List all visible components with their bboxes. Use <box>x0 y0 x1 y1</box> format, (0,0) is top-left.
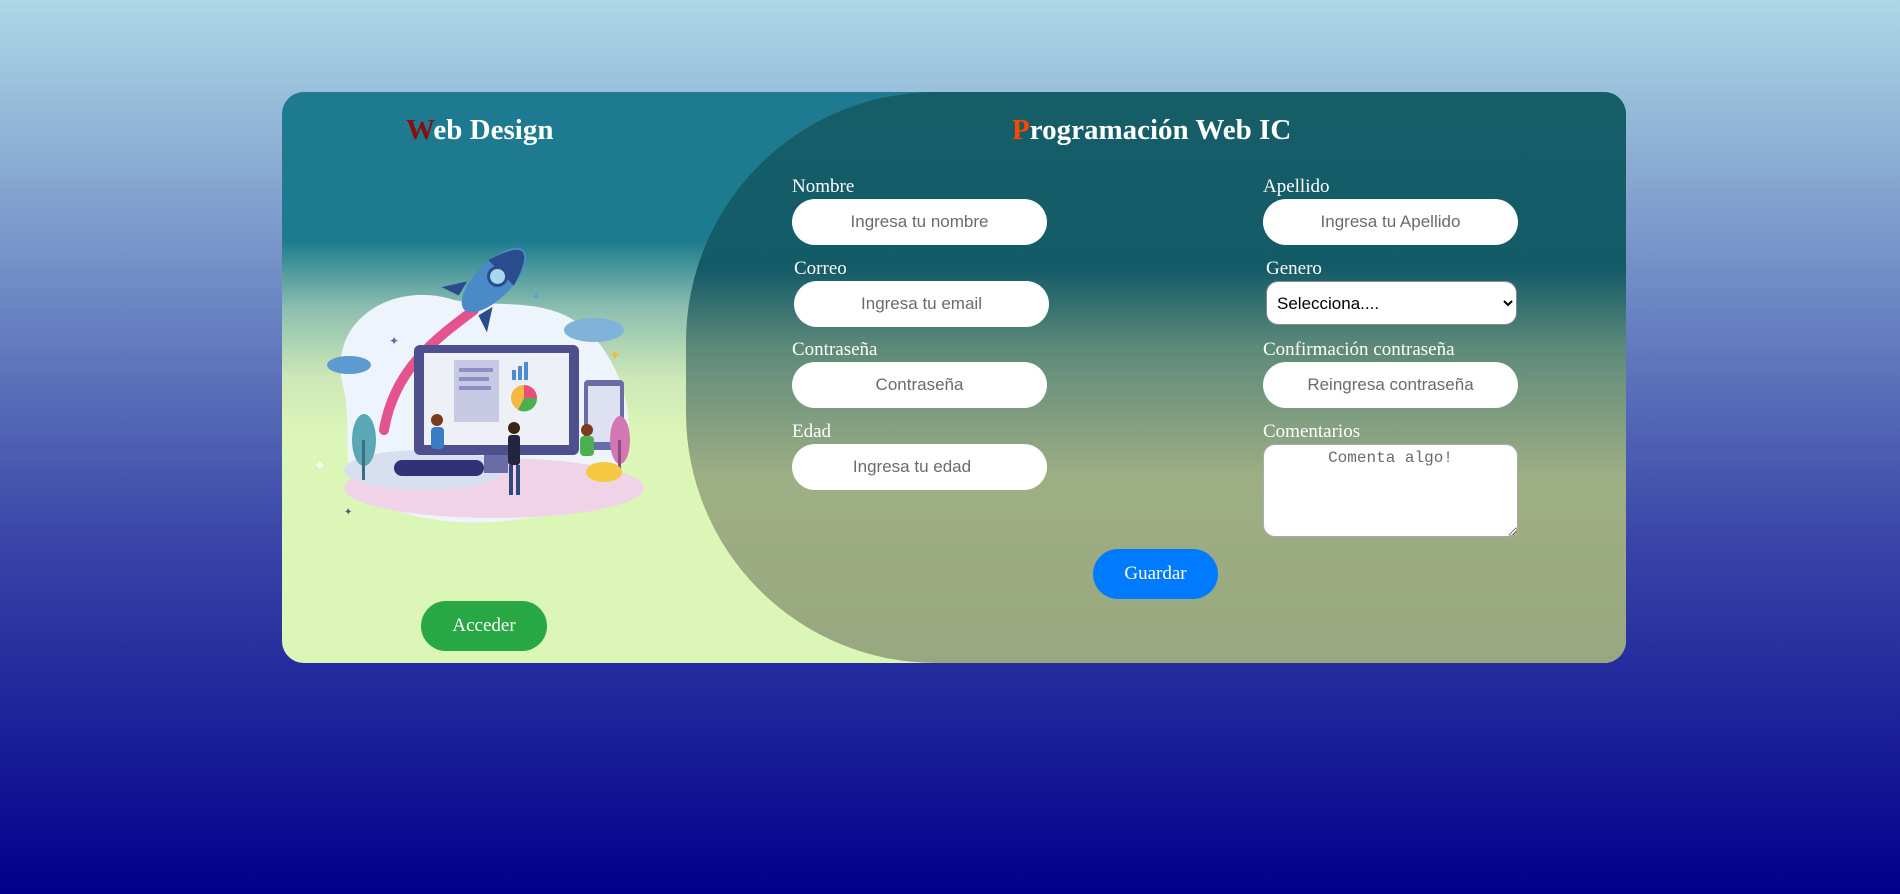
apellido-input[interactable] <box>1263 199 1518 245</box>
correo-input[interactable] <box>794 281 1049 327</box>
form-card: Web Design ✦ ✦ ✦ ✦ ✦ Acceder Programació… <box>282 92 1626 663</box>
comentarios-label: Comentarios <box>1263 421 1361 442</box>
svg-text:✦: ✦ <box>314 458 326 474</box>
confirmacion-label: Confirmación contraseña <box>1263 339 1455 360</box>
contrasena-label: Contraseña <box>792 339 878 360</box>
acceder-button[interactable]: Acceder <box>421 601 547 651</box>
comentarios-textarea[interactable] <box>1263 444 1518 537</box>
correo-label: Correo <box>794 258 847 279</box>
edad-label: Edad <box>792 421 832 442</box>
nombre-input[interactable] <box>792 199 1047 245</box>
nombre-label: Nombre <box>792 176 855 197</box>
right-title: Programación Web IC <box>1012 114 1291 147</box>
svg-text:✦: ✦ <box>344 507 352 518</box>
contrasena-input[interactable] <box>792 362 1047 408</box>
guardar-button[interactable]: Guardar <box>1093 549 1218 599</box>
left-title-initial: W <box>406 114 434 146</box>
confirmacion-input[interactable] <box>1263 362 1518 408</box>
right-title-initial: P <box>1012 114 1030 146</box>
svg-text:✦: ✦ <box>532 292 540 303</box>
rocket-illustration: ✦ ✦ ✦ ✦ ✦ <box>314 247 644 523</box>
right-title-rest: rogramación Web IC <box>1029 114 1292 146</box>
left-title-rest: eb Design <box>433 114 554 146</box>
apellido-label: Apellido <box>1263 176 1330 197</box>
edad-input[interactable] <box>792 444 1047 490</box>
genero-label: Genero <box>1266 258 1322 279</box>
svg-text:✦: ✦ <box>389 334 399 348</box>
left-title: Web Design <box>406 114 553 147</box>
genero-select[interactable]: Selecciona.... <box>1266 281 1517 325</box>
svg-text:✦: ✦ <box>609 348 621 364</box>
